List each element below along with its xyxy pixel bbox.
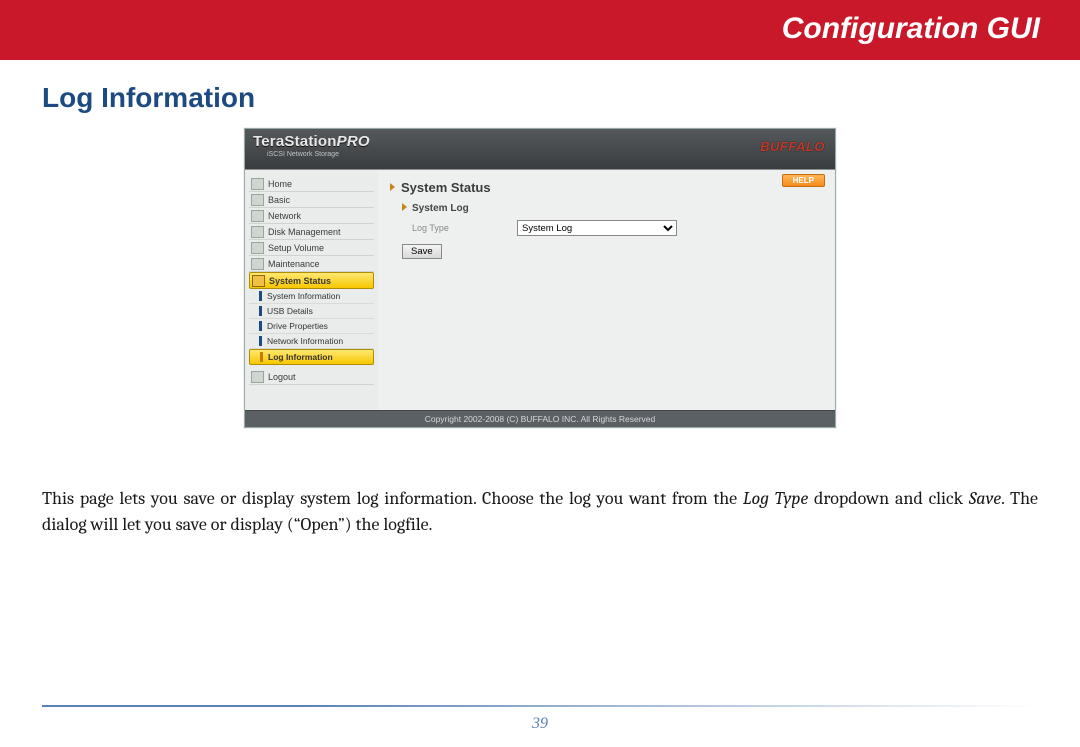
logtype-select[interactable]: System Log	[517, 220, 677, 236]
network-icon	[251, 210, 264, 222]
basic-icon	[251, 194, 264, 206]
sidebar-item-home[interactable]: Home	[249, 176, 374, 192]
app-topbar: TeraStationPRO iSCSI Network Storage BUF…	[245, 129, 835, 169]
logout-icon	[251, 371, 264, 383]
screenshot-footer: Copyright 2002-2008 (C) BUFFALO INC. All…	[245, 410, 835, 427]
para-text: This page lets you save or display syste…	[42, 488, 743, 509]
sidebar-item-label: Home	[268, 179, 292, 189]
sidebar: Home Basic Network Disk Management Setup…	[245, 170, 378, 410]
sidebar-item-network[interactable]: Network	[249, 208, 374, 224]
embedded-screenshot: TeraStationPRO iSCSI Network Storage BUF…	[244, 128, 836, 428]
sidebar-item-label: Maintenance	[268, 259, 320, 269]
sidebar-item-label: Logout	[268, 372, 296, 382]
sidebar-sub-label: System Information	[267, 291, 340, 301]
maintenance-icon	[251, 258, 264, 270]
brand-pro: PRO	[337, 133, 370, 150]
sidebar-item-label: System Status	[269, 276, 331, 286]
sidebar-item-label: Basic	[268, 195, 290, 205]
sidebar-item-label: Setup Volume	[268, 243, 324, 253]
save-button[interactable]: Save	[402, 244, 442, 259]
sidebar-sub-usb-details[interactable]: USB Details	[249, 304, 374, 319]
sidebar-item-basic[interactable]: Basic	[249, 192, 374, 208]
brand-buffalo: BUFFALO	[760, 139, 825, 154]
sidebar-item-setup-volume[interactable]: Setup Volume	[249, 240, 374, 256]
status-icon	[252, 275, 265, 287]
logtype-label: Log Type	[412, 223, 517, 233]
sidebar-sub-log-information[interactable]: Log Information	[249, 349, 374, 365]
header-banner: Configuration GUI	[0, 0, 1080, 60]
sidebar-sub-label: Log Information	[268, 352, 333, 362]
panel-subheading: System Log	[402, 203, 825, 214]
home-icon	[251, 178, 264, 190]
sidebar-item-maintenance[interactable]: Maintenance	[249, 256, 374, 272]
banner-title: Configuration GUI	[782, 12, 1040, 46]
para-text: dropdown and click	[808, 488, 969, 509]
sidebar-item-logout[interactable]: Logout	[249, 369, 374, 385]
para-italic-logtype: Log Type	[743, 488, 808, 509]
volume-icon	[251, 242, 264, 254]
disk-icon	[251, 226, 264, 238]
section-heading: Log Information	[42, 82, 1080, 114]
brand-subtitle: iSCSI Network Storage	[267, 151, 339, 158]
sidebar-item-label: Disk Management	[268, 227, 341, 237]
brand-terastation: TeraStation	[253, 133, 337, 150]
sidebar-sub-label: USB Details	[267, 306, 313, 316]
help-button[interactable]: HELP	[782, 174, 825, 187]
sidebar-item-disk-management[interactable]: Disk Management	[249, 224, 374, 240]
sidebar-item-label: Network	[268, 211, 301, 221]
sidebar-sub-label: Drive Properties	[267, 321, 328, 331]
footer-rule	[42, 705, 1038, 707]
sidebar-sub-system-information[interactable]: System Information	[249, 289, 374, 304]
sidebar-sub-drive-properties[interactable]: Drive Properties	[249, 319, 374, 334]
panel-heading: System Status	[390, 180, 825, 195]
description-paragraph: This page lets you save or display syste…	[42, 486, 1038, 537]
sidebar-sub-label: Network Information	[267, 336, 343, 346]
sidebar-item-system-status[interactable]: System Status	[249, 272, 374, 289]
page-number: 39	[0, 715, 1080, 733]
main-panel: HELP System Status System Log Log Type S…	[378, 170, 835, 410]
brand-title: TeraStationPRO	[253, 133, 370, 150]
logtype-row: Log Type System Log	[412, 220, 825, 236]
para-italic-save: Save	[969, 488, 1001, 509]
sidebar-sub-network-information[interactable]: Network Information	[249, 334, 374, 349]
